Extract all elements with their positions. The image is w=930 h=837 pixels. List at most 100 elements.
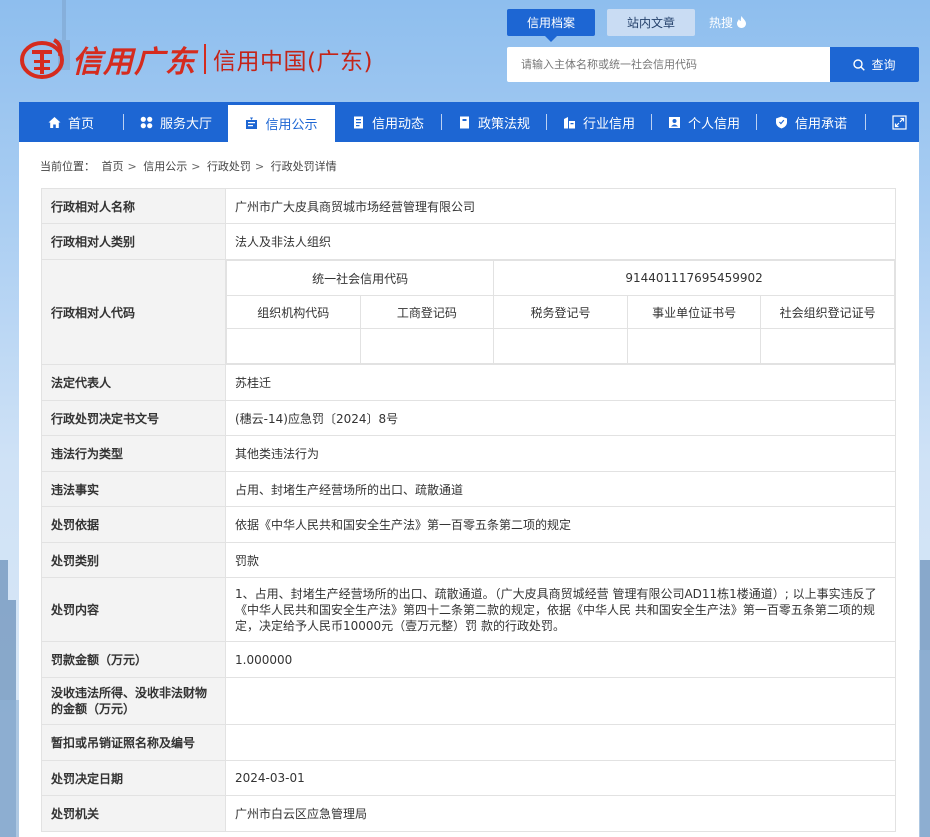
row-value: 依据《中华人民共和国安全生产法》第一百零五条第二项的规定 [225, 506, 896, 543]
table-row: 处罚内容 1、占用、封堵生产经营场所的出口、疏散通道。（广大皮具商贸城经营 管理… [41, 577, 896, 642]
nav-item-label: 信用动态 [371, 116, 424, 132]
row-value: (穗云-14)应急罚〔2024〕8号 [225, 400, 896, 436]
breadcrumb-item-credit-publicity[interactable]: 信用公示 [143, 160, 187, 173]
table-row: 行政相对人类别 法人及非法人组织 [41, 223, 896, 260]
logo-title-text: 信用中国(广东) [213, 49, 373, 75]
code-header: 工商登记码 [359, 295, 495, 329]
row-label: 处罚机关 [41, 795, 226, 832]
row-value: 罚款 [225, 542, 896, 578]
codes-header-row: 组织机构代码 工商登记码 税务登记号 事业单位证书号 社会组织登记证号 [226, 295, 895, 329]
logo-emblem-icon [20, 38, 64, 79]
breadcrumb-item-penalty-detail: 行政处罚详情 [270, 160, 337, 173]
code-header: 税务登记号 [493, 295, 628, 329]
table-row-codes: 行政相对人代码 统一社会信用代码 914401117695459902 组织机构… [41, 259, 896, 365]
hot-search-link[interactable]: 热搜 [709, 14, 747, 31]
code-header: 组织机构代码 [226, 295, 361, 329]
site-header: 信用广东 信用中国(广东) 信用档案 站内文章 热搜 查询 [0, 0, 930, 102]
nav-item-label: 信用承诺 [794, 116, 847, 132]
usc-label: 统一社会信用代码 [225, 260, 495, 296]
row-label: 法定代表人 [41, 364, 226, 401]
row-value: 苏桂迁 [225, 364, 896, 401]
logo-divider [204, 44, 206, 74]
page-root: 信用广东 信用中国(广东) 信用档案 站内文章 热搜 查询 [0, 0, 930, 837]
breadcrumb-item-home[interactable]: 首页 [102, 160, 124, 173]
building-icon [563, 116, 575, 128]
search-button-label: 查询 [871, 58, 896, 72]
nav-item-label: 首页 [67, 116, 94, 132]
search-icon [853, 58, 866, 71]
nav-item-credit-commitment[interactable]: 信用承诺 [757, 102, 865, 142]
row-value: 占用、封堵生产经营场所的出口、疏散通道 [225, 471, 896, 507]
table-row: 行政相对人名称 广州市广大皮具商贸城市场经营管理有限公司 [41, 188, 896, 224]
code-value [493, 328, 628, 364]
table-row: 违法行为类型 其他类违法行为 [41, 435, 896, 472]
nav-item-industry-credit[interactable]: 行业信用 [547, 102, 651, 142]
breadcrumb-separator: > [127, 160, 137, 173]
nav-separator [865, 114, 866, 130]
search-input[interactable] [507, 47, 830, 82]
row-label: 暂扣或吊销证照名称及编号 [41, 724, 226, 761]
nav-item-label: 政策法规 [477, 116, 530, 132]
usc-value: 914401117695459902 [493, 260, 895, 296]
nav-item-label: 服务大厅 [159, 116, 212, 132]
top-tabs: 信用档案 站内文章 热搜 [507, 8, 747, 42]
top-tab-site-articles[interactable]: 站内文章 [607, 8, 696, 36]
row-label: 违法事实 [41, 471, 226, 507]
site-logo[interactable]: 信用广东 信用中国(广东) [18, 34, 373, 84]
row-label: 没收违法所得、没收非法财物的金额（万元） [41, 677, 226, 725]
code-header: 社会组织登记证号 [760, 295, 895, 329]
code-value [626, 328, 762, 364]
breadcrumb-prefix: 当前位置： [40, 160, 95, 173]
book-icon [459, 116, 469, 128]
table-row: 行政处罚决定书文号 (穗云-14)应急罚〔2024〕8号 [41, 400, 896, 436]
row-value: 法人及非法人组织 [225, 223, 896, 260]
row-label: 罚款金额（万元） [41, 641, 226, 678]
nav-item-credit-publicity[interactable]: 信用公示 [228, 102, 335, 142]
row-value: 1、占用、封堵生产经营场所的出口、疏散通道。（广大皮具商贸城经营 管理有限公司A… [225, 577, 896, 642]
row-value: 广州市广大皮具商贸城市场经营管理有限公司 [225, 188, 896, 224]
nav-item-service-hall[interactable]: 服务大厅 [124, 102, 228, 142]
code-value [760, 328, 895, 364]
home-icon [48, 116, 61, 128]
row-label: 处罚内容 [41, 577, 226, 642]
search-button[interactable]: 查询 [830, 47, 919, 82]
code-value [226, 328, 361, 364]
row-value: 1.000000 [225, 641, 896, 678]
document-icon [353, 116, 363, 128]
nav-item-label: 信用公示 [265, 118, 318, 133]
nav-item-home[interactable]: 首页 [19, 102, 123, 142]
row-label: 行政相对人代码 [41, 259, 226, 365]
row-label: 处罚类别 [41, 542, 226, 578]
breadcrumb-item-admin-penalty[interactable]: 行政处罚 [207, 160, 251, 173]
row-value: 2024-03-01 [225, 760, 896, 796]
table-row: 处罚机关 广州市白云区应急管理局 [41, 795, 896, 832]
shield-check-icon [775, 116, 787, 128]
code-header: 事业单位证书号 [626, 295, 762, 329]
code-value [359, 328, 495, 364]
codes-usc-row: 统一社会信用代码 914401117695459902 [225, 260, 895, 296]
penalty-detail-table: 行政相对人名称 广州市广大皮具商贸城市场经营管理有限公司 行政相对人类别 法人及… [41, 188, 896, 832]
codes-subtable: 统一社会信用代码 914401117695459902 组织机构代码 工商登记码… [225, 260, 895, 364]
main-nav: 首页 服务大厅 信用公示 信用动态 政策法规 行业信用 个人信用 信用承诺 [19, 102, 919, 142]
top-tab-credit-file[interactable]: 信用档案 [507, 8, 596, 42]
breadcrumb: 当前位置： 首页 > 信用公示 > 行政处罚 > 行政处罚详情 [40, 158, 340, 174]
nav-item-credit-news[interactable]: 信用动态 [335, 102, 441, 142]
bulletin-icon [246, 117, 258, 129]
row-value [225, 677, 896, 725]
nav-item-personal-credit[interactable]: 个人信用 [652, 102, 756, 142]
table-row: 暂扣或吊销证照名称及编号 [41, 724, 896, 761]
table-row: 法定代表人 苏桂迁 [41, 364, 896, 401]
nav-item-policies[interactable]: 政策法规 [442, 102, 546, 142]
row-label: 行政相对人名称 [41, 188, 226, 224]
table-row: 处罚决定日期 2024-03-01 [41, 760, 896, 796]
row-label: 处罚依据 [41, 506, 226, 543]
codes-cell: 统一社会信用代码 914401117695459902 组织机构代码 工商登记码… [225, 259, 896, 365]
nav-expand-button[interactable] [879, 102, 919, 142]
table-row: 违法事实 占用、封堵生产经营场所的出口、疏散通道 [41, 471, 896, 507]
row-label: 违法行为类型 [41, 435, 226, 472]
grid-icon [140, 116, 153, 128]
row-label: 行政处罚决定书文号 [41, 400, 226, 436]
search-bar: 查询 [507, 47, 919, 82]
person-card-icon [668, 116, 680, 128]
table-row: 处罚依据 依据《中华人民共和国安全生产法》第一百零五条第二项的规定 [41, 506, 896, 543]
